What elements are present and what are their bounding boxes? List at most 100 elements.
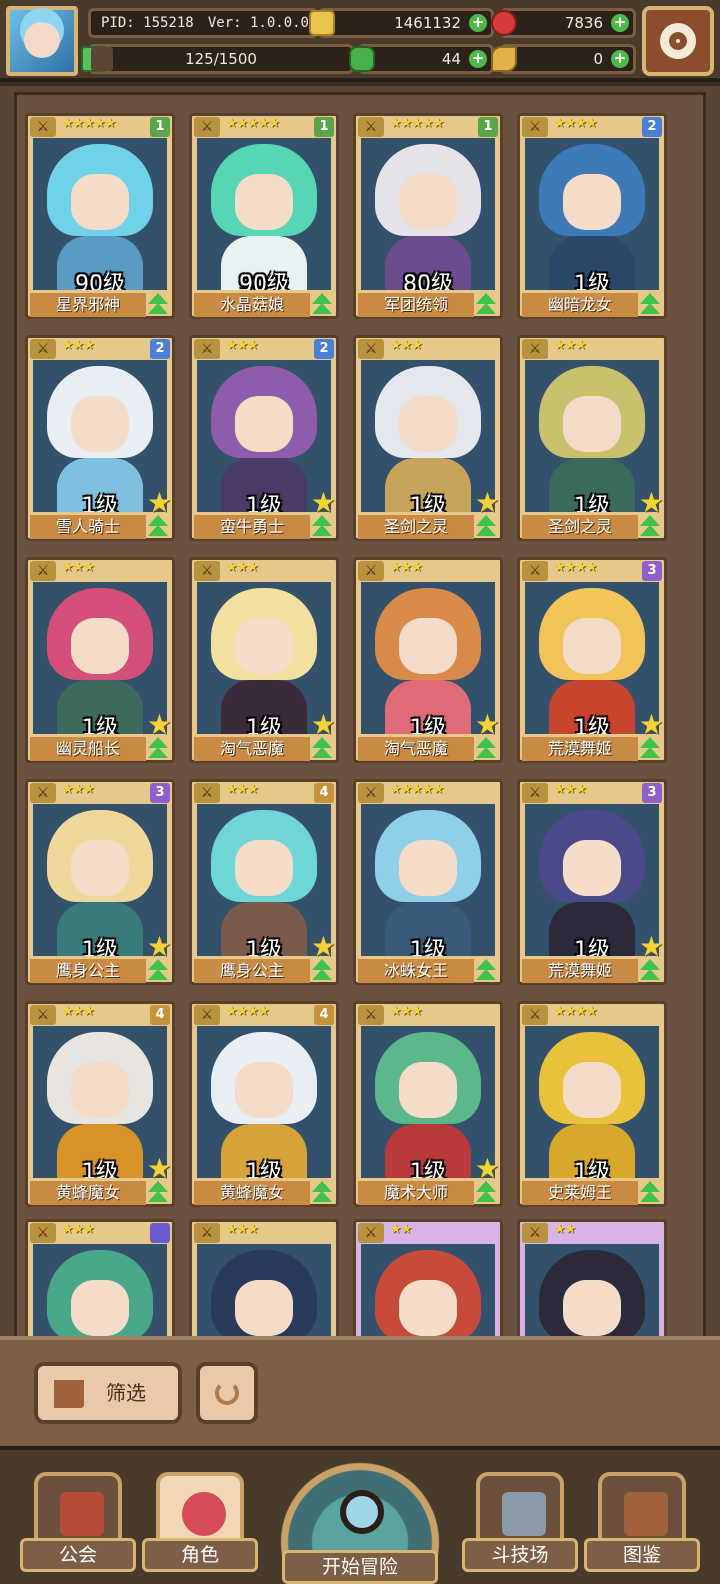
portrait-face xyxy=(399,840,457,896)
top-hud: PID: 155218 Ver: 1.0.0.0 1461132 + 7836 … xyxy=(0,0,720,82)
character-card[interactable]: 1级 ⚔ ★★★ 3 ★ 鹰身公主 xyxy=(25,779,175,985)
weapon-type-icon: ⚔ xyxy=(358,561,384,581)
character-card[interactable]: 1级 ⚔ ★★★ 2 ★ 雪人骑士 xyxy=(25,335,175,541)
portrait-face xyxy=(235,1280,293,1336)
character-card[interactable]: ⚔ ★★ xyxy=(517,1219,667,1336)
rarity-stars: ★★ xyxy=(390,1222,412,1237)
character-name: 荒漠舞姬 xyxy=(522,737,638,761)
settings-button[interactable] xyxy=(642,6,714,76)
upgrade-arrow-icon xyxy=(310,957,334,983)
character-card[interactable]: 1级 ⚔ ★★★ ★ 淘气恶魔 xyxy=(353,557,503,763)
rank-badge: 4 xyxy=(314,1005,334,1025)
portrait-face xyxy=(235,618,293,674)
portrait-face xyxy=(563,1280,621,1336)
character-card[interactable]: 1级 ⚔ ★★★★ 史莱姆王 xyxy=(517,1001,667,1207)
character-name: 军团统领 xyxy=(358,293,474,317)
upgrade-arrow-icon xyxy=(146,957,170,983)
character-card[interactable]: 1级 ⚔ ★★★ ★ 魔术大师 xyxy=(353,1001,503,1207)
character-card[interactable]: 1级 ⚔ ★★★ ★ 淘气恶魔 xyxy=(189,557,339,763)
rarity-stars: ★★★ xyxy=(226,560,259,575)
avatar-face xyxy=(24,22,60,58)
upgrade-arrow-icon xyxy=(638,957,662,983)
rarity-stars: ★★★ xyxy=(226,782,259,797)
nav-guild[interactable]: 公会 xyxy=(20,1472,136,1584)
character-card[interactable]: ⚔ ★★★ xyxy=(25,1219,175,1336)
rank-badge: 1 xyxy=(314,117,334,137)
rank-badge: 2 xyxy=(642,117,662,137)
character-name: 鹰身公主 xyxy=(30,959,146,983)
character-portrait: 1级 xyxy=(361,804,495,956)
portrait-face xyxy=(563,174,621,230)
key-counter: 0 + xyxy=(491,44,636,74)
portrait-face xyxy=(235,840,293,896)
rarity-stars: ★★★★★ xyxy=(390,782,444,797)
character-name: 魔术大师 xyxy=(358,1181,474,1205)
character-card[interactable]: 1级 ⚔ ★★★ 4 ★ 黄蜂魔女 xyxy=(25,1001,175,1207)
portrait-face xyxy=(399,618,457,674)
player-id: PID: 155218 xyxy=(101,15,194,31)
character-card[interactable]: ⚔ ★★★ xyxy=(189,1219,339,1336)
character-card[interactable]: 90级 ⚔ ★★★★★ 1 星界邪神 xyxy=(25,113,175,319)
character-portrait xyxy=(361,1244,495,1336)
weapon-type-icon: ⚔ xyxy=(358,783,384,803)
clover-counter: 44 + xyxy=(349,44,494,74)
character-card[interactable]: 1级 ⚔ ★★★ 2 ★ 蛮牛勇士 xyxy=(189,335,339,541)
weapon-type-icon: ⚔ xyxy=(30,561,56,581)
gold-coin-icon xyxy=(309,10,335,36)
rarity-stars: ★★★★★ xyxy=(390,116,444,131)
rank-badge: 3 xyxy=(150,783,170,803)
portrait-face xyxy=(71,1280,129,1336)
character-card[interactable]: 1级 ⚔ ★★★ ★ 幽灵船长 xyxy=(25,557,175,763)
weapon-type-icon: ⚔ xyxy=(522,1005,548,1025)
character-card[interactable]: 1级 ⚔ ★★★★ 2 幽暗龙女 xyxy=(517,113,667,319)
weapon-type-icon: ⚔ xyxy=(522,1223,548,1243)
character-card[interactable]: 1级 ⚔ ★★★ 4 ★ 鹰身公主 xyxy=(189,779,339,985)
add-gem-button[interactable]: + xyxy=(611,14,629,32)
character-name: 淘气恶魔 xyxy=(194,737,310,761)
add-key-button[interactable]: + xyxy=(611,50,629,68)
character-card[interactable]: 1级 ⚔ ★★★ ★ 圣剑之灵 xyxy=(353,335,503,541)
character-card[interactable]: 1级 ⚔ ★★★★ 4 黄蜂魔女 xyxy=(189,1001,339,1207)
game-version: Ver: 1.0.0.0 xyxy=(207,15,309,31)
refresh-button[interactable] xyxy=(196,1362,258,1424)
rarity-stars: ★★★★ xyxy=(554,560,598,575)
nav-arena[interactable]: 斗技场 xyxy=(462,1472,578,1584)
weapon-type-icon: ⚔ xyxy=(522,783,548,803)
nav-character-label: 角色 xyxy=(142,1538,258,1572)
rarity-stars: ★★★ xyxy=(62,338,95,353)
weapon-type-icon: ⚔ xyxy=(194,783,220,803)
character-card[interactable]: 80级 ⚔ ★★★★★ 1 军团统领 xyxy=(353,113,503,319)
portrait-face xyxy=(399,174,457,230)
weapon-type-icon: ⚔ xyxy=(30,339,56,359)
nav-codex[interactable]: 图鉴 xyxy=(584,1472,700,1584)
character-level: 90级 xyxy=(75,272,125,290)
rarity-stars: ★★★ xyxy=(390,1004,423,1019)
character-card[interactable]: 1级 ⚔ ★★★★★ 冰蛛女王 xyxy=(353,779,503,985)
character-name: 黄蜂魔女 xyxy=(30,1181,146,1205)
character-portrait: 1级 xyxy=(197,1026,331,1178)
character-grid-area[interactable]: 90级 ⚔ ★★★★★ 1 星界邪神 90级 ⚔ ★★★★★ 1 水晶菇娘 80级 ⚔ ★★★★★ 1 军团… xyxy=(0,86,720,1336)
character-card[interactable]: 90级 ⚔ ★★★★★ 1 水晶菇娘 xyxy=(189,113,339,319)
add-gold-button[interactable]: + xyxy=(469,14,487,32)
nav-codex-label: 图鉴 xyxy=(584,1538,700,1572)
weapon-type-icon: ⚔ xyxy=(194,117,220,137)
portrait-face xyxy=(71,1062,129,1118)
upgrade-arrow-icon xyxy=(146,735,170,761)
add-clover-button[interactable]: + xyxy=(469,50,487,68)
player-avatar[interactable] xyxy=(6,6,78,76)
nav-start-adventure[interactable]: 开始冒险 xyxy=(276,1458,444,1584)
rank-badge xyxy=(150,1223,170,1243)
character-card[interactable]: 1级 ⚔ ★★★ ★ 圣剑之灵 xyxy=(517,335,667,541)
rarity-stars: ★★★ xyxy=(226,1222,259,1237)
rarity-stars: ★★★★ xyxy=(554,1004,598,1019)
nav-character[interactable]: 角色 xyxy=(142,1472,258,1584)
character-name: 淘气恶魔 xyxy=(358,737,474,761)
character-card[interactable]: ⚔ ★★ xyxy=(353,1219,503,1336)
character-card[interactable]: 1级 ⚔ ★★★ 3 ★ 荒漠舞姬 xyxy=(517,779,667,985)
upgrade-arrow-icon xyxy=(638,291,662,317)
weapon-type-icon: ⚔ xyxy=(30,1005,56,1025)
upgrade-arrow-icon xyxy=(146,291,170,317)
character-card[interactable]: 1级 ⚔ ★★★★ 3 ★ 荒漠舞姬 xyxy=(517,557,667,763)
filter-button[interactable]: 筛选 xyxy=(34,1362,182,1424)
grid-icon xyxy=(52,1378,84,1408)
